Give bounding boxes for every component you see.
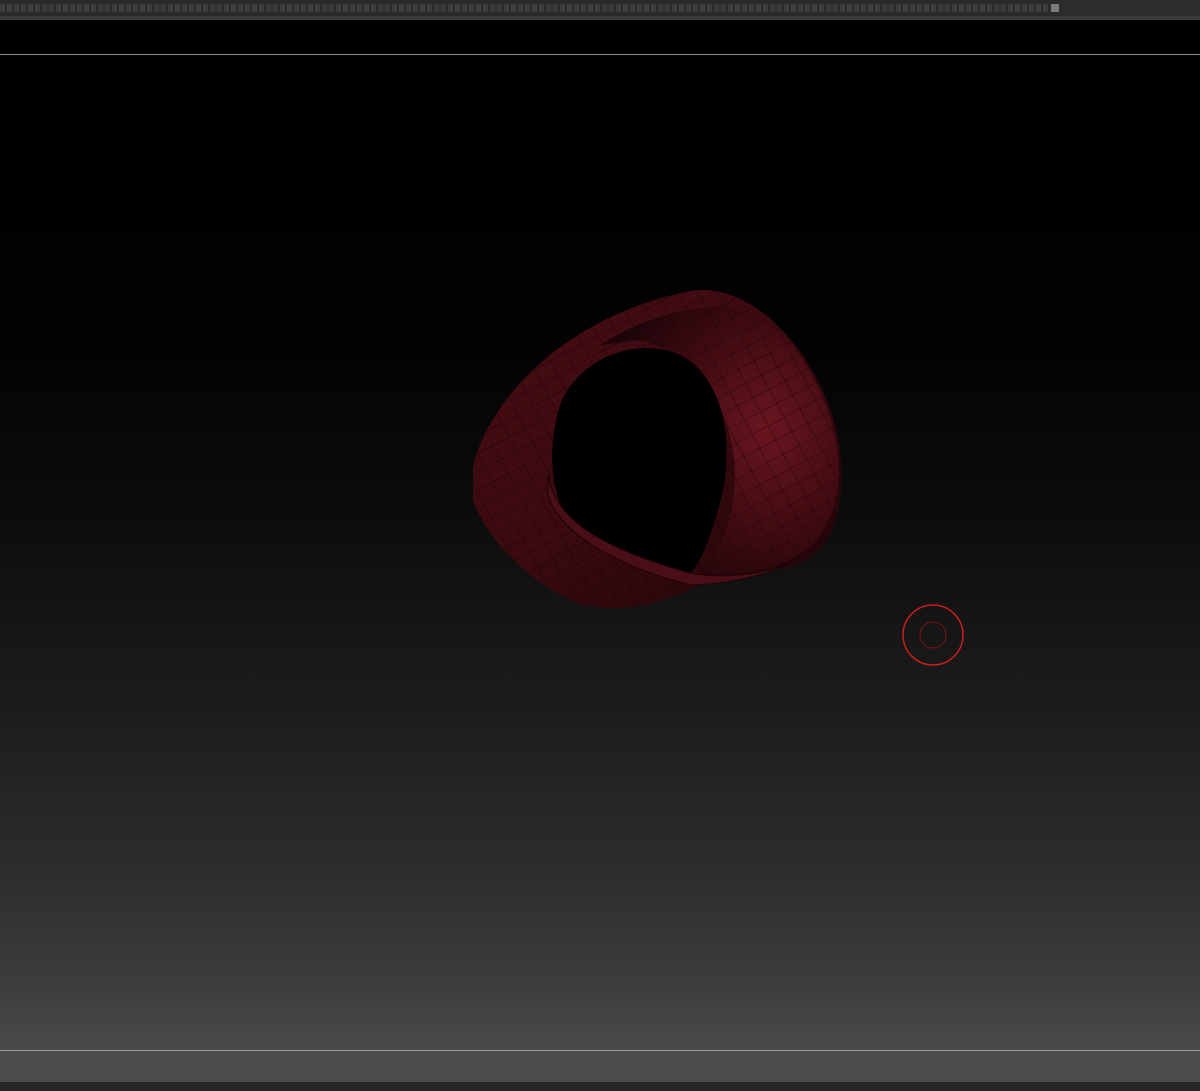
timeline-playhead[interactable] [1051,4,1059,12]
bottom-toolbar [0,1051,1200,1082]
app-window [0,0,1200,1091]
timeline-track[interactable] [0,4,1050,12]
tube-mesh-render[interactable] [0,55,1200,1050]
top-toolbar [0,20,1200,54]
canvas-viewport[interactable] [0,55,1200,1050]
timeline-end-area [1062,0,1200,16]
timeline-strip[interactable] [0,0,1200,16]
bottom-status-strip [0,1082,1200,1091]
brush-cursor[interactable] [902,604,964,666]
